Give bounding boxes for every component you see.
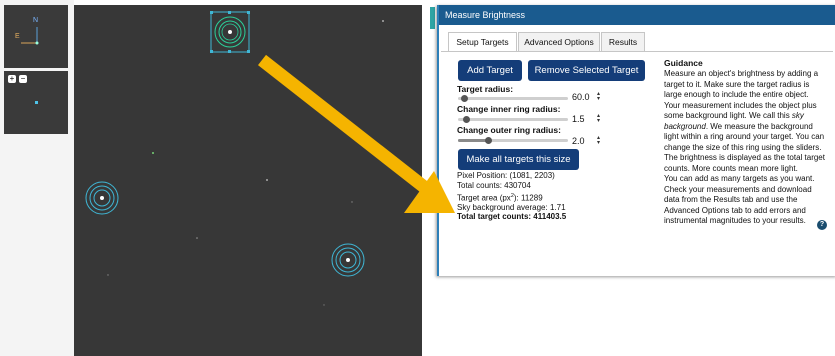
guidance-paragraph: Your measurement includes the object plu…	[664, 100, 825, 152]
total-target-counts: Total target counts: 411403.5	[457, 212, 567, 221]
make-all-targets-same-size-button[interactable]: Make all targets this size	[458, 149, 579, 170]
compass-east-label: E	[15, 33, 20, 40]
outer-ring-value[interactable]: 2.0	[572, 136, 585, 146]
stepper-icon[interactable]: ▴ ▾	[597, 113, 600, 124]
help-icon[interactable]: ?	[817, 220, 827, 230]
remove-selected-target-button[interactable]: Remove Selected Target	[528, 60, 645, 81]
pixel-position: Pixel Position: (1081, 2203)	[457, 171, 555, 180]
guidance-paragraph: The brightness is displayed as the total…	[664, 153, 825, 173]
tab-setup-targets[interactable]: Setup Targets	[448, 32, 517, 52]
slider-handle[interactable]	[485, 137, 492, 144]
inner-ring-value[interactable]: 1.5	[572, 114, 585, 124]
guidance-text: Measure an object's brightness by adding…	[664, 69, 826, 227]
panel-handle	[430, 7, 435, 29]
tab-divider	[441, 51, 833, 52]
guidance-paragraph: Measure an object's brightness by adding…	[664, 69, 819, 99]
target-ring[interactable]	[84, 180, 120, 216]
sky-background-average: Sky background average: 1.71	[457, 203, 566, 212]
orientation-thumbnail: N E	[4, 5, 68, 68]
stepper-icon[interactable]: ▴ ▾	[597, 135, 600, 146]
selected-target[interactable]	[210, 11, 250, 53]
overview-thumbnail[interactable]: + −	[4, 71, 68, 134]
tab-advanced-options[interactable]: Advanced Options	[518, 32, 600, 51]
navigator-panel: N E + −	[0, 0, 74, 356]
inner-ring-label: Change inner ring radius:	[457, 104, 561, 114]
target-radius-value[interactable]: 60.0	[572, 92, 590, 102]
target-ring[interactable]	[330, 242, 366, 278]
guidance-paragraph: You can add as many targets as you want.…	[664, 174, 815, 225]
zoom-in-button[interactable]: +	[8, 75, 16, 83]
target-radius-slider[interactable]	[458, 97, 568, 100]
viewport-marker	[35, 101, 38, 104]
compass-north-label: N	[33, 17, 39, 24]
dialog-title: Measure Brightness	[439, 5, 835, 25]
outer-ring-label: Change outer ring radius:	[457, 125, 561, 135]
guidance-heading: Guidance	[664, 58, 703, 68]
tab-results[interactable]: Results	[601, 32, 645, 51]
compass-icon	[21, 27, 39, 45]
annotation-arrow-icon	[257, 54, 455, 213]
measure-brightness-dialog: Measure Brightness Setup Targets Advance…	[437, 5, 835, 276]
zoom-out-button[interactable]: −	[19, 75, 27, 83]
stepper-icon[interactable]: ▴ ▾	[597, 91, 600, 102]
inner-ring-slider[interactable]	[458, 118, 568, 121]
